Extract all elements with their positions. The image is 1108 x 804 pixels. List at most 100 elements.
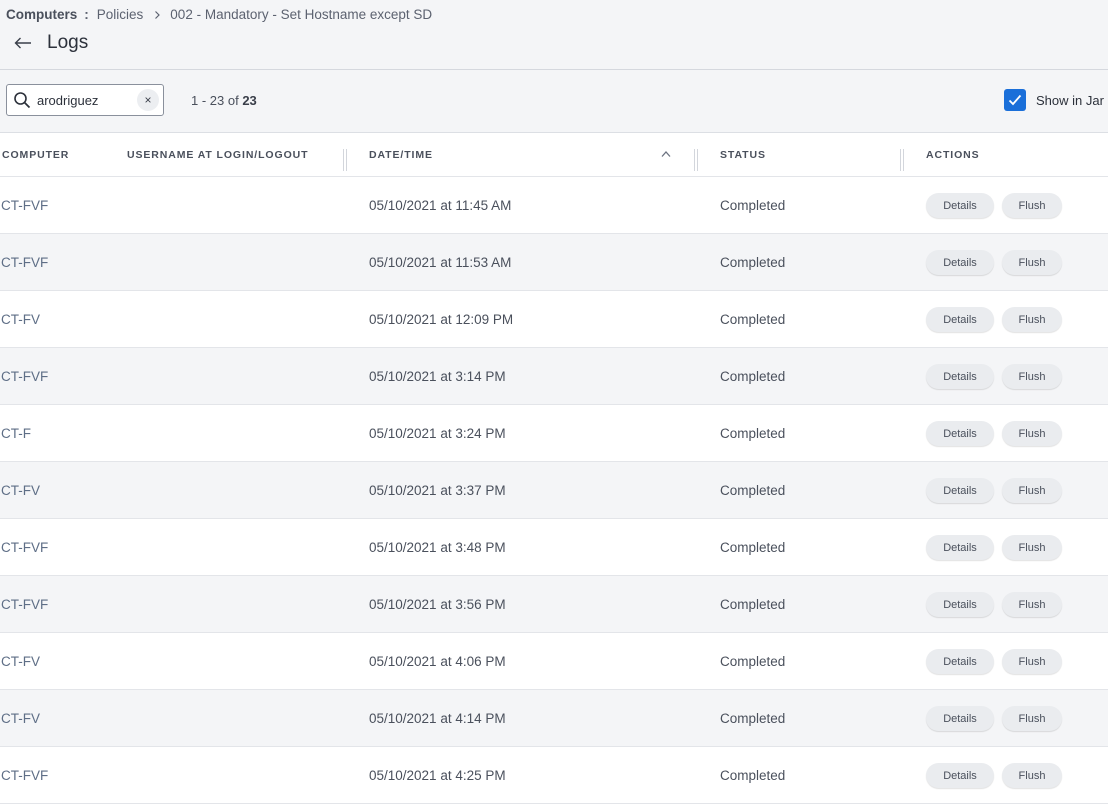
table-row: CT-FV 05/10/2021 at 12:09 PM Completed D…	[0, 291, 1108, 348]
status-cell: Completed	[720, 711, 786, 726]
datetime-cell: 05/10/2021 at 11:53 AM	[369, 255, 512, 270]
page-title: Logs	[47, 32, 89, 53]
logs-table: COMPUTER USERNAME AT LOGIN/LOGOUT DATE/T…	[0, 133, 1108, 804]
status-cell: Completed	[720, 369, 786, 384]
checkmark-icon	[1008, 94, 1022, 106]
computer-link[interactable]: CT-FV	[1, 711, 53, 726]
pagination-info: 1 - 23 of 23	[191, 93, 257, 108]
flush-button[interactable]: Flush	[1002, 307, 1062, 332]
flush-button[interactable]: Flush	[1002, 649, 1062, 674]
search-box: ×	[6, 84, 164, 116]
flush-button[interactable]: Flush	[1002, 193, 1062, 218]
datetime-cell: 05/10/2021 at 4:06 PM	[369, 654, 506, 669]
flush-button[interactable]: Flush	[1002, 364, 1062, 389]
details-button[interactable]: Details	[926, 193, 994, 218]
table-row: CT-FVF 05/10/2021 at 4:25 PM Completed D…	[0, 747, 1108, 804]
status-cell: Completed	[720, 768, 786, 783]
column-resize-handle[interactable]	[900, 149, 904, 171]
flush-button[interactable]: Flush	[1002, 535, 1062, 560]
table-row: CT-FVF 05/10/2021 at 3:56 PM Completed D…	[0, 576, 1108, 633]
table-row: CT-FV 05/10/2021 at 3:37 PM Completed De…	[0, 462, 1108, 519]
column-header-username[interactable]: USERNAME AT LOGIN/LOGOUT	[127, 149, 308, 161]
column-header-datetime[interactable]: DATE/TIME	[369, 149, 433, 161]
close-icon: ×	[144, 93, 152, 107]
clear-search-button[interactable]: ×	[137, 89, 159, 111]
details-button[interactable]: Details	[926, 649, 994, 674]
datetime-cell: 05/10/2021 at 3:24 PM	[369, 426, 506, 441]
breadcrumb-root[interactable]: Computers	[6, 7, 77, 22]
flush-button[interactable]: Flush	[1002, 706, 1062, 731]
search-input[interactable]	[37, 90, 137, 110]
status-cell: Completed	[720, 255, 786, 270]
computer-link[interactable]: CT-FV	[1, 483, 53, 498]
breadcrumb: Computers : Policies 002 - Mandatory - S…	[6, 6, 432, 22]
computer-link[interactable]: CT-FVF	[1, 255, 53, 270]
table-row: CT-FV 05/10/2021 at 4:06 PM Completed De…	[0, 633, 1108, 690]
details-button[interactable]: Details	[926, 592, 994, 617]
pagination-total: 23	[242, 93, 257, 108]
status-cell: Completed	[720, 312, 786, 327]
table-row: CT-FVF 05/10/2021 at 11:53 AM Completed …	[0, 234, 1108, 291]
details-button[interactable]: Details	[926, 706, 994, 731]
datetime-cell: 05/10/2021 at 4:14 PM	[369, 711, 506, 726]
table-header: COMPUTER USERNAME AT LOGIN/LOGOUT DATE/T…	[0, 133, 1108, 177]
table-row: CT-F 05/10/2021 at 3:24 PM Completed Det…	[0, 405, 1108, 462]
datetime-cell: 05/10/2021 at 12:09 PM	[369, 312, 514, 327]
details-button[interactable]: Details	[926, 250, 994, 275]
status-cell: Completed	[720, 198, 786, 213]
datetime-cell: 05/10/2021 at 4:25 PM	[369, 768, 506, 783]
details-button[interactable]: Details	[926, 364, 994, 389]
datetime-cell: 05/10/2021 at 3:37 PM	[369, 483, 506, 498]
computer-link[interactable]: CT-FVF	[1, 198, 53, 213]
search-icon	[14, 92, 31, 109]
breadcrumb-policies[interactable]: Policies	[97, 7, 144, 22]
details-button[interactable]: Details	[926, 478, 994, 503]
sort-ascending-icon[interactable]	[661, 150, 671, 158]
computer-link[interactable]: CT-FVF	[1, 597, 53, 612]
back-arrow-icon	[14, 37, 31, 49]
column-header-actions: ACTIONS	[926, 149, 980, 161]
computer-link[interactable]: CT-F	[1, 426, 53, 441]
flush-button[interactable]: Flush	[1002, 763, 1062, 788]
details-button[interactable]: Details	[926, 535, 994, 560]
show-in-toggle[interactable]: Show in Jar	[1004, 89, 1104, 111]
table-row: CT-FV 05/10/2021 at 4:14 PM Completed De…	[0, 690, 1108, 747]
status-cell: Completed	[720, 597, 786, 612]
table-row: CT-FVF 05/10/2021 at 11:45 AM Completed …	[0, 177, 1108, 234]
flush-button[interactable]: Flush	[1002, 478, 1062, 503]
column-resize-handle[interactable]	[694, 149, 698, 171]
column-resize-handle[interactable]	[343, 149, 347, 171]
flush-button[interactable]: Flush	[1002, 250, 1062, 275]
datetime-cell: 05/10/2021 at 11:45 AM	[369, 198, 512, 213]
flush-button[interactable]: Flush	[1002, 592, 1062, 617]
computer-link[interactable]: CT-FVF	[1, 540, 53, 555]
back-button[interactable]	[11, 32, 35, 54]
column-header-status[interactable]: STATUS	[720, 149, 766, 161]
title-bar: Logs	[0, 24, 1108, 70]
breadcrumb-current-policy[interactable]: 002 - Mandatory - Set Hostname except SD	[170, 7, 432, 22]
computer-link[interactable]: CT-FVF	[1, 369, 53, 384]
status-cell: Completed	[720, 540, 786, 555]
datetime-cell: 05/10/2021 at 3:56 PM	[369, 597, 506, 612]
chevron-right-icon	[154, 10, 161, 19]
show-in-label: Show in Jar	[1036, 92, 1104, 108]
details-button[interactable]: Details	[926, 307, 994, 332]
datetime-cell: 05/10/2021 at 3:14 PM	[369, 369, 506, 384]
status-cell: Completed	[720, 483, 786, 498]
status-cell: Completed	[720, 426, 786, 441]
datetime-cell: 05/10/2021 at 3:48 PM	[369, 540, 506, 555]
table-row: CT-FVF 05/10/2021 at 3:14 PM Completed D…	[0, 348, 1108, 405]
details-button[interactable]: Details	[926, 763, 994, 788]
breadcrumb-separator: :	[84, 6, 89, 22]
flush-button[interactable]: Flush	[1002, 421, 1062, 446]
status-cell: Completed	[720, 654, 786, 669]
computer-link[interactable]: CT-FV	[1, 654, 53, 669]
column-header-computer[interactable]: COMPUTER	[2, 149, 69, 161]
computer-link[interactable]: CT-FV	[1, 312, 53, 327]
show-in-checkbox[interactable]	[1004, 89, 1026, 111]
computer-link[interactable]: CT-FVF	[1, 768, 53, 783]
pagination-range: 1 - 23 of	[191, 93, 243, 108]
details-button[interactable]: Details	[926, 421, 994, 446]
toolbar: × 1 - 23 of 23 Show in Jar	[0, 70, 1108, 133]
table-row: CT-FVF 05/10/2021 at 3:48 PM Completed D…	[0, 519, 1108, 576]
